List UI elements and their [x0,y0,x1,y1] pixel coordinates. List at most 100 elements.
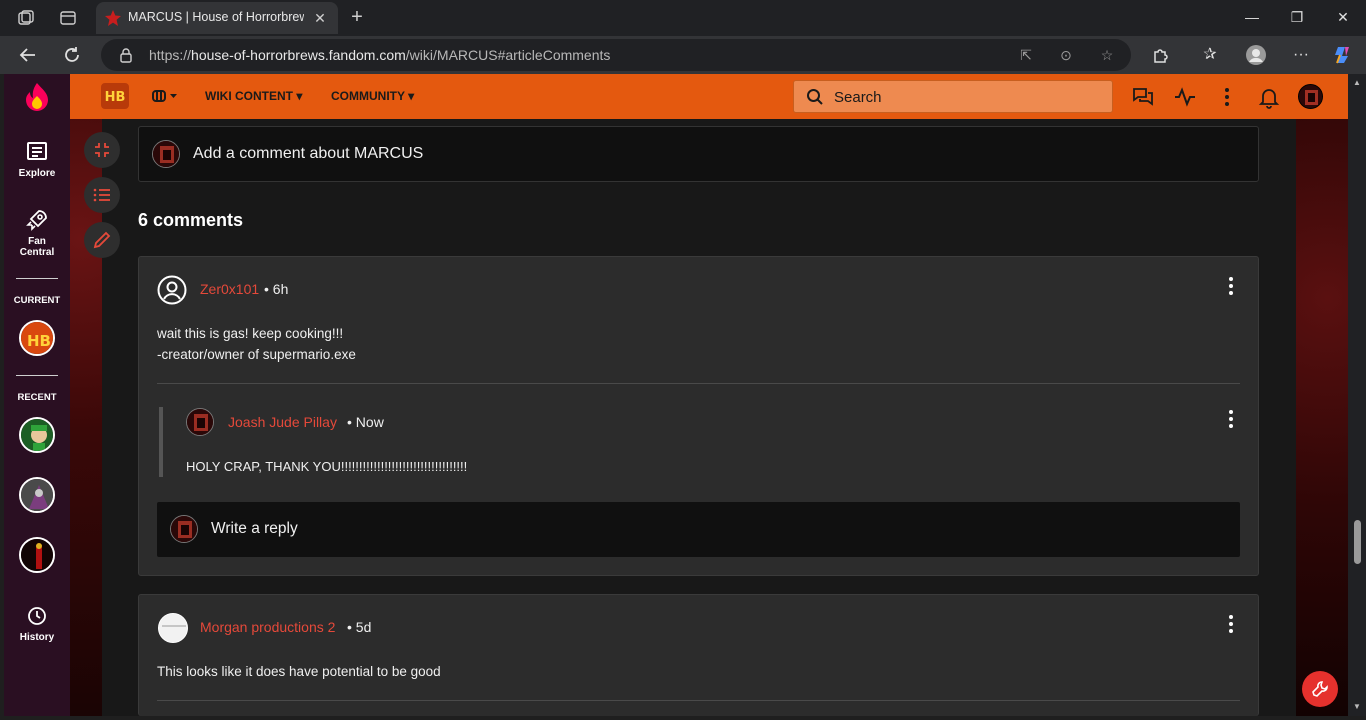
reply-text: HOLY CRAP, THANK YOU!!!!!!!!!!!!!!!!!!!!… [186,459,468,474]
add-comment-box[interactable]: Add a comment about MARCUS [138,126,1259,182]
fan-central-label-2: Central [19,247,55,258]
browser-menu-icon[interactable]: ··· [1290,44,1312,66]
add-comment-label: Add a comment about MARCUS [193,145,424,162]
activity-icon[interactable] [1173,85,1197,109]
rail-divider [16,278,58,279]
notifications-bell-icon[interactable] [1257,85,1281,109]
wiki-logo-icon[interactable]: HB [100,82,130,110]
browser-tab-bar: MARCUS | House of Horrorbrews ✕ + — ❐ ✕ [0,0,1366,36]
vertical-tabs-icon[interactable] [58,8,78,28]
reply-author-link[interactable]: Joash Jude Pillay [228,414,337,430]
svg-text:HB: HB [27,332,51,350]
comment-count: 6 comments [138,210,244,230]
nav-wiki-content[interactable]: WIKI CONTENT ▾ [205,89,302,103]
comment-text: wait this is gas! keep cooking!!! -creat… [157,326,356,362]
history-clock-icon [28,607,46,625]
reply-timestamp: • Now [347,414,384,430]
write-reply-box[interactable]: Write a reply [157,502,1240,557]
tab-title: MARCUS | House of Horrorbrews [128,10,304,24]
tab-close-icon[interactable]: ✕ [310,8,330,28]
comment-author-link[interactable]: Morgan productions 2 [200,619,335,635]
copilot-icon[interactable] [1332,44,1354,66]
site-favicon-icon [105,10,121,26]
recent-wiki-avatar[interactable] [19,417,55,453]
commenter-avatar [170,515,198,543]
wrench-icon [1312,681,1328,697]
address-bar[interactable]: https://house-of-horrorbrews.fandom.com/… [101,39,1131,71]
rail-current-heading: CURRENT [13,295,61,306]
url-text[interactable]: https://house-of-horrorbrews.fandom.com/… [149,47,610,63]
comment-options-icon[interactable] [1224,276,1238,296]
table-of-contents-button[interactable] [84,177,120,213]
rail-fan-central[interactable]: Fan Central [4,208,70,258]
pencil-icon [93,231,111,249]
history-label: History [19,632,55,643]
back-icon[interactable] [17,44,39,66]
edit-button[interactable] [84,222,120,258]
rail-history[interactable]: History [4,604,70,643]
collapse-button[interactable] [84,132,120,168]
current-wiki-avatar[interactable]: HB [19,320,55,356]
search-input[interactable]: Search [793,80,1113,113]
nav-community[interactable]: COMMUNITY ▾ [331,89,414,103]
collapse-icon [95,143,109,157]
more-tools-circle-icon[interactable]: ⊙ [1057,46,1075,64]
extensions-icon[interactable] [1150,44,1172,66]
more-options-icon[interactable] [1215,85,1239,109]
default-user-avatar-icon[interactable] [157,275,187,305]
restore-icon[interactable]: ❐ [1285,6,1309,28]
favorites-icon[interactable]: ✰ [1199,44,1221,66]
commenter-avatar [152,140,180,168]
scrollbar-thumb[interactable] [1354,520,1361,564]
profile-avatar-icon[interactable] [1245,44,1267,66]
user-avatar[interactable] [1298,84,1323,109]
comment-timestamp: • 5d [347,619,372,635]
explore-label: Explore [18,168,56,179]
browser-toolbar: https://house-of-horrorbrews.fandom.com/… [0,36,1366,74]
open-in-app-icon[interactable]: ⇱ [1017,46,1035,64]
favorite-star-icon[interactable]: ☆ [1098,46,1116,64]
reply-author-avatar[interactable] [186,408,214,436]
rail-divider [16,375,58,376]
comment-options-icon[interactable] [1224,614,1238,634]
svg-text:HB: HB [105,90,126,105]
chevron-down-icon: ▾ [296,89,303,103]
wiki-header: HB WIKI CONTENT ▾ COMMUNITY ▾ Search [70,74,1348,119]
browser-tab-active[interactable]: MARCUS | House of Horrorbrews ✕ [96,2,338,34]
close-window-icon[interactable]: ✕ [1331,6,1355,28]
explore-menu-icon [152,90,177,102]
comment-divider [157,700,1240,701]
list-icon [93,188,110,202]
fan-central-label-1: Fan [28,236,46,247]
recent-wiki-avatar[interactable] [19,477,55,513]
comment-thread: Morgan productions 2 • 5d This looks lik… [138,594,1259,716]
comment-text: This looks like it does have potential t… [157,664,441,679]
fandom-logo-icon[interactable] [24,82,50,112]
scroll-down-icon[interactable]: ▼ [1352,702,1362,712]
rail-explore[interactable]: Explore [4,140,70,179]
page-scrollbar[interactable]: ▲ ▼ [1348,74,1366,716]
refresh-icon[interactable] [61,44,83,66]
chevron-down-icon: ▾ [408,89,415,103]
write-reply-label: Write a reply [211,520,298,537]
minimize-icon[interactable]: — [1240,6,1264,28]
reply-options-icon[interactable] [1224,409,1238,429]
discussions-icon[interactable] [1131,85,1155,109]
reply-indent-bar [159,407,163,477]
nav-explore-dropdown[interactable] [152,89,178,106]
wiki-tools-button[interactable] [1302,671,1338,707]
comment-author-link[interactable]: Zer0x101 [200,281,259,297]
comment-timestamp: • 6h [264,281,289,297]
explore-icon [27,142,47,160]
new-tab-icon[interactable]: + [346,6,368,28]
recent-wiki-avatar[interactable] [19,537,55,573]
scroll-up-icon[interactable]: ▲ [1352,78,1362,88]
search-icon [807,89,823,105]
fandom-global-navigation: Explore Fan Central CURRENT HB RECENT Hi… [4,74,70,716]
comment-author-avatar[interactable] [158,613,188,643]
search-placeholder: Search [834,89,882,106]
rail-recent-heading: RECENT [17,392,57,403]
workspaces-icon[interactable] [16,8,36,28]
comment-thread: Zer0x101 • 6h wait this is gas! keep coo… [138,256,1259,576]
lock-icon[interactable] [119,47,133,63]
